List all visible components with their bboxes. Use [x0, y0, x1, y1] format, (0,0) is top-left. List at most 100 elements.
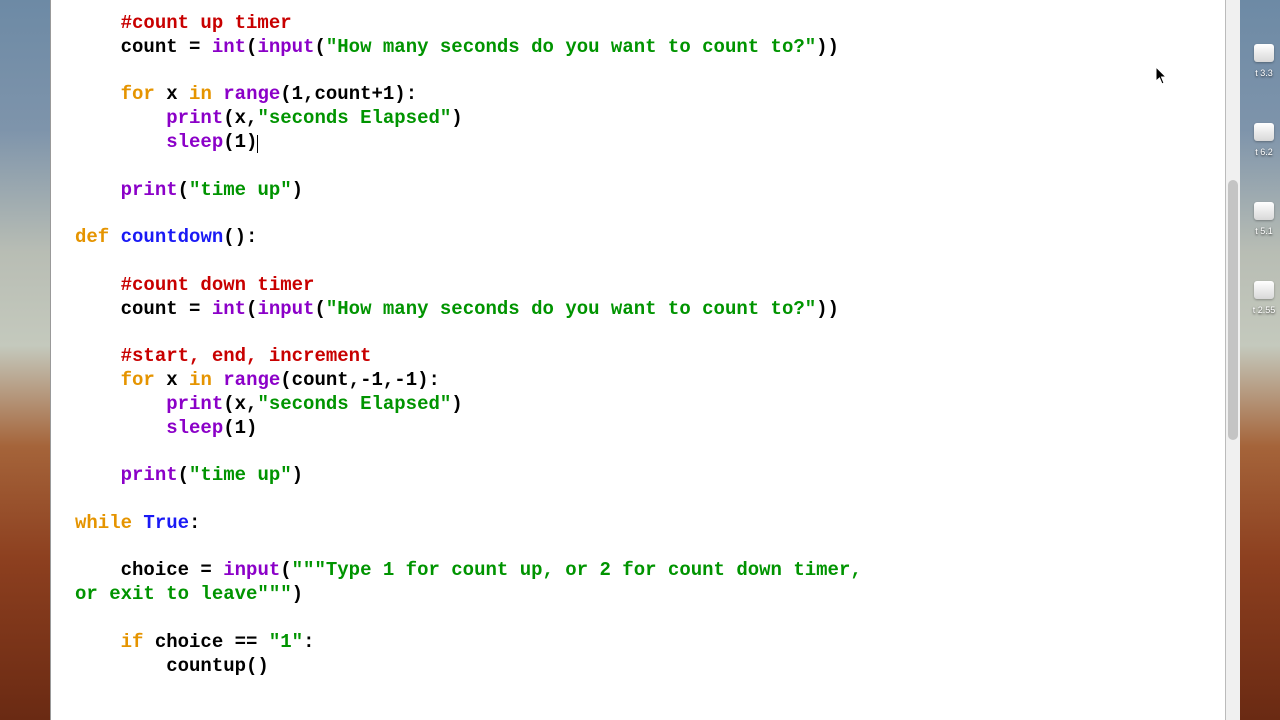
code-token-fn: range — [223, 369, 280, 391]
code-token-txt: count = — [121, 298, 212, 320]
code-token-fn: sleep — [166, 417, 223, 439]
code-token-fn: input — [257, 298, 314, 320]
code-token-sp — [75, 107, 166, 129]
code-token-txt: ( — [246, 36, 257, 58]
code-token-txt: ( — [280, 559, 291, 581]
code-editor-viewport[interactable]: #count up timer count = int(input("How m… — [51, 0, 1240, 720]
code-token-cmt: #start, end, increment — [121, 345, 372, 367]
code-token-txt: )) — [816, 298, 839, 320]
code-token-str: "1" — [269, 631, 303, 653]
code-token-kw: if — [121, 631, 144, 653]
code-token-txt: (count,-1,-1): — [280, 369, 440, 391]
code-token-sp — [75, 464, 121, 486]
code-token-kw: in — [189, 369, 212, 391]
code-token-cmt: #count down timer — [121, 274, 315, 296]
code-token-fn: print — [121, 464, 178, 486]
desktop-file-label: t 3.3 — [1249, 68, 1279, 79]
code-token-txt: countup() — [166, 655, 269, 677]
code-token-cmt: #count up timer — [121, 12, 292, 34]
code-token-sp — [75, 12, 121, 34]
code-token-str: "time up" — [189, 464, 292, 486]
code-token-sp — [75, 631, 121, 653]
code-token-kw: while — [75, 512, 132, 534]
code-token-sp — [75, 298, 121, 320]
code-token-fn: sleep — [166, 131, 223, 153]
code-token-txt: x — [155, 369, 189, 391]
text-caret — [257, 135, 258, 153]
code-token-txt: ) — [451, 393, 462, 415]
desktop-file-label: t 2.55 — [1249, 305, 1279, 316]
code-token-txt: (x, — [223, 393, 257, 415]
code-token-sp — [75, 179, 121, 201]
code-token-txt: count = — [121, 36, 212, 58]
code-token-txt: choice == — [143, 631, 268, 653]
code-token-sp — [75, 369, 121, 391]
code-token-sp — [75, 131, 166, 153]
code-token-txt: (1,count+1): — [280, 83, 417, 105]
code-token-txt: : — [189, 512, 200, 534]
code-token-txt: ) — [451, 107, 462, 129]
code-token-kw: def — [75, 226, 109, 248]
code-token-txt: (x, — [223, 107, 257, 129]
code-token-fn: print — [166, 393, 223, 415]
code-token-fn: input — [257, 36, 314, 58]
code-token-nm: True — [143, 512, 189, 534]
code-token-fn: input — [223, 559, 280, 581]
desktop-file-icon[interactable] — [1254, 281, 1274, 299]
code-token-sp — [75, 417, 166, 439]
code-token-str: "How many seconds do you want to count t… — [326, 36, 816, 58]
code-token-txt: )) — [816, 36, 839, 58]
code-token-kw: in — [189, 83, 212, 105]
code-token-txt: ) — [292, 464, 303, 486]
code-token-str: "How many seconds do you want to count t… — [326, 298, 816, 320]
code-token-str: "time up" — [189, 179, 292, 201]
mouse-cursor-icon — [1155, 66, 1169, 86]
code-token-sp — [75, 655, 166, 677]
code-token-txt: x — [155, 83, 189, 105]
code-editor-window: #count up timer count = int(input("How m… — [50, 0, 1240, 720]
code-token-str: "seconds Elapsed" — [257, 107, 451, 129]
code-token-str: "seconds Elapsed" — [257, 393, 451, 415]
code-token-str: or exit to leave""" — [75, 583, 292, 605]
code-token-sp — [75, 393, 166, 415]
desktop-file-icon[interactable] — [1254, 123, 1274, 141]
code-token-sp — [75, 274, 121, 296]
code-token-kw: for — [121, 369, 155, 391]
code-token-fn: int — [212, 36, 246, 58]
code-token-txt: ( — [178, 464, 189, 486]
code-token-txt: ) — [292, 179, 303, 201]
code-token-txt: ( — [314, 298, 325, 320]
code-token-txt — [109, 226, 120, 248]
desktop-file-icon[interactable] — [1254, 202, 1274, 220]
code-token-txt: : — [303, 631, 314, 653]
code-token-kw: for — [121, 83, 155, 105]
code-token-txt — [212, 83, 223, 105]
desktop-file-label: t 5.1 — [1249, 226, 1279, 237]
code-token-sp — [75, 345, 121, 367]
desktop-icons-column: t 3.3t 6.2t 5.1t 2.55 — [1254, 44, 1274, 360]
code-token-txt: choice = — [121, 559, 224, 581]
code-token-txt: (1) — [223, 417, 257, 439]
vertical-scrollbar[interactable] — [1225, 0, 1240, 720]
code-content[interactable]: #count up timer count = int(input("How m… — [51, 12, 1240, 702]
code-token-txt: (1) — [223, 131, 257, 153]
desktop-file-icon[interactable] — [1254, 44, 1274, 62]
code-token-txt — [132, 512, 143, 534]
code-token-nm: countdown — [121, 226, 224, 248]
code-token-txt: ( — [246, 298, 257, 320]
desktop-file-label: t 6.2 — [1249, 147, 1279, 158]
code-token-txt: (): — [223, 226, 257, 248]
code-token-fn: range — [223, 83, 280, 105]
code-token-sp — [75, 559, 121, 581]
code-token-txt — [212, 369, 223, 391]
code-token-fn: print — [166, 107, 223, 129]
code-token-fn: print — [121, 179, 178, 201]
scrollbar-thumb[interactable] — [1228, 180, 1238, 440]
code-token-txt: ( — [178, 179, 189, 201]
code-token-sp — [75, 36, 121, 58]
code-token-str: """Type 1 for count up, or 2 for count d… — [292, 559, 862, 581]
code-token-sp — [75, 83, 121, 105]
code-token-fn: int — [212, 298, 246, 320]
code-token-txt: ) — [292, 583, 303, 605]
code-token-txt: ( — [314, 36, 325, 58]
